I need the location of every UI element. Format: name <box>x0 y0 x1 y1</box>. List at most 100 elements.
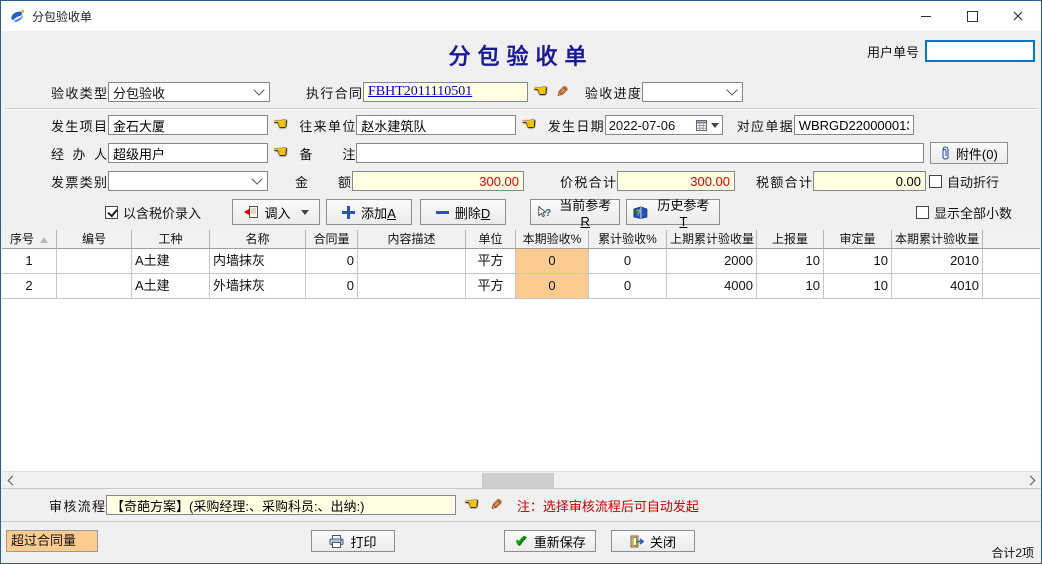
load-doc-icon <box>244 205 259 219</box>
close-form-button[interactable]: 关闭 <box>611 530 695 552</box>
cursor-question-icon: ? <box>537 205 551 219</box>
lookup-hand-icon[interactable]: ☚ <box>464 497 478 513</box>
row-filler <box>983 274 1040 299</box>
cell[interactable]: 平方 <box>466 274 516 299</box>
handler-input[interactable] <box>108 143 268 163</box>
cell[interactable]: 外墙抹灰 <box>210 274 306 299</box>
cell[interactable] <box>358 274 466 299</box>
contract-input[interactable] <box>363 82 528 102</box>
close-icon <box>1013 11 1023 21</box>
cell[interactable]: 0 <box>516 274 589 299</box>
table-body: 1A土建内墙抹灰0平方002000101020102A土建外墙抹灰0平方0040… <box>2 249 1040 299</box>
cell[interactable]: 2000 <box>667 249 757 274</box>
column-header[interactable]: 内容描述 <box>358 230 466 249</box>
user-no-group: 用户单号 <box>867 40 1035 62</box>
delete-row-button[interactable]: 删除D <box>420 199 506 225</box>
svg-text:?: ? <box>545 208 551 219</box>
lookup-hand-icon[interactable]: ☚ <box>533 84 547 100</box>
minimize-button[interactable] <box>903 1 949 31</box>
ref-doc-input[interactable] <box>794 115 914 135</box>
print-button[interactable]: 打印 <box>311 530 395 552</box>
cell[interactable]: 4010 <box>892 274 983 299</box>
remark-input[interactable] <box>356 143 924 163</box>
print-label: 打印 <box>350 532 376 551</box>
progress-select[interactable] <box>642 82 743 102</box>
column-header[interactable]: 序号 <box>2 230 57 249</box>
column-header[interactable]: 工种 <box>132 230 210 249</box>
attachment-button[interactable]: 附件(0) <box>930 142 1008 164</box>
cell[interactable]: A土建 <box>132 274 210 299</box>
app-logo-icon <box>9 8 25 24</box>
date-picker[interactable]: 2022-07-06 <box>605 115 723 135</box>
accept-type-label: 验收类型 <box>51 83 107 102</box>
accept-type-select[interactable]: 分包验收 <box>108 82 270 102</box>
cell[interactable]: 2 <box>2 274 57 299</box>
cell[interactable]: 0 <box>516 249 589 274</box>
scroll-right-button[interactable] <box>1023 472 1040 489</box>
cell[interactable]: 平方 <box>466 249 516 274</box>
chevron-down-icon <box>726 84 737 95</box>
column-header[interactable]: 名称 <box>210 230 306 249</box>
cell[interactable]: 0 <box>306 249 358 274</box>
current-reference-button[interactable]: ? 当前参考R <box>530 199 620 225</box>
user-no-input[interactable] <box>925 40 1035 62</box>
column-header[interactable]: 本期累计验收量 <box>892 230 983 249</box>
cell[interactable]: 10 <box>824 249 892 274</box>
cell[interactable]: 10 <box>824 274 892 299</box>
load-in-button[interactable]: 调入 <box>232 199 320 225</box>
unit-label: 往来单位 <box>299 116 355 135</box>
edit-pencil-icon[interactable]: ✎ <box>490 498 503 513</box>
amount-input[interactable] <box>352 171 524 191</box>
maximize-button[interactable] <box>949 1 995 31</box>
tax-incl-total-input[interactable] <box>617 171 735 191</box>
cell[interactable]: 内墙抹灰 <box>210 249 306 274</box>
cell[interactable]: 10 <box>757 249 824 274</box>
column-header[interactable]: 累计验收% <box>589 230 667 249</box>
lookup-hand-icon[interactable]: ☚ <box>521 117 535 133</box>
history-reference-button[interactable]: ? 历史参考T <box>626 199 720 225</box>
scroll-left-button[interactable] <box>2 472 19 489</box>
column-header[interactable]: 上报量 <box>757 230 824 249</box>
edit-pencil-icon[interactable]: ✎ <box>556 85 569 100</box>
cell[interactable]: 0 <box>589 274 667 299</box>
invoice-type-select[interactable] <box>108 171 268 191</box>
column-header[interactable]: 审定量 <box>824 230 892 249</box>
column-header[interactable]: 本期验收% <box>516 230 589 249</box>
column-header[interactable]: 上期累计验收量 <box>667 230 757 249</box>
cell[interactable]: 2010 <box>892 249 983 274</box>
tax-total-input[interactable] <box>813 171 926 191</box>
lookup-hand-icon[interactable]: ☚ <box>273 145 287 161</box>
cell[interactable] <box>358 249 466 274</box>
cell[interactable]: 1 <box>2 249 57 274</box>
exit-door-icon <box>630 535 644 548</box>
chevron-right-icon <box>1025 476 1035 486</box>
column-header[interactable]: 单位 <box>466 230 516 249</box>
column-header[interactable]: 合同量 <box>306 230 358 249</box>
table-row: 2A土建外墙抹灰0平方00400010104010 <box>2 274 1040 299</box>
close-form-label: 关闭 <box>650 532 676 551</box>
load-in-label: 调入 <box>265 203 291 222</box>
add-row-button[interactable]: 添加A <box>326 199 412 225</box>
cell[interactable]: 4000 <box>667 274 757 299</box>
cell[interactable]: 10 <box>757 274 824 299</box>
load-in-dropdown-icon <box>301 210 309 215</box>
lookup-hand-icon[interactable]: ☚ <box>273 117 287 133</box>
unit-input[interactable] <box>356 115 516 135</box>
project-input[interactable] <box>108 115 268 135</box>
workflow-input[interactable] <box>106 495 456 515</box>
scroll-thumb[interactable] <box>482 473 554 488</box>
tax-entry-checkbox[interactable] <box>105 206 118 219</box>
cell[interactable] <box>57 274 132 299</box>
show-decimals-checkbox[interactable] <box>916 206 929 219</box>
resave-button[interactable]: ✔ 重新保存 <box>504 530 596 552</box>
horizontal-scrollbar[interactable] <box>2 471 1040 489</box>
cell[interactable]: 0 <box>589 249 667 274</box>
auto-wrap-checkbox[interactable] <box>929 175 942 188</box>
minimize-icon <box>921 16 931 17</box>
cell[interactable]: A土建 <box>132 249 210 274</box>
close-button[interactable] <box>995 1 1041 31</box>
column-header[interactable]: 编号 <box>57 230 132 249</box>
cell[interactable] <box>57 249 132 274</box>
printer-icon <box>329 535 344 548</box>
cell[interactable]: 0 <box>306 274 358 299</box>
